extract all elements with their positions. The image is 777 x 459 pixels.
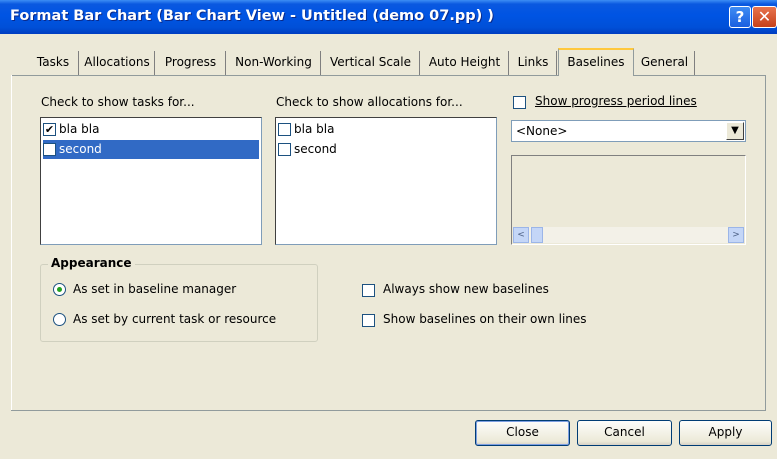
baselines-own-lines-checkbox[interactable]: [362, 314, 375, 327]
list-item-label: bla bla: [59, 122, 100, 136]
checkbox-unchecked[interactable]: [278, 123, 291, 136]
close-window-button[interactable]: ✕: [752, 6, 777, 28]
radio-baseline-manager-label[interactable]: As set in baseline manager: [73, 282, 236, 296]
progress-period-select[interactable]: <None> ▼: [511, 120, 746, 142]
tab-baselines[interactable]: Baselines: [558, 48, 634, 76]
apply-button[interactable]: Apply: [679, 420, 772, 446]
list-item-label: second: [59, 142, 102, 156]
title-bar[interactable]: Format Bar Chart (Bar Chart View - Untit…: [0, 0, 777, 34]
help-button[interactable]: ?: [729, 6, 751, 28]
tasks-list-label: Check to show tasks for...: [41, 95, 195, 109]
list-item[interactable]: second: [43, 140, 259, 159]
appearance-group-title: Appearance: [48, 256, 135, 270]
list-item-label: second: [294, 142, 337, 156]
horizontal-scrollbar[interactable]: < >: [513, 227, 744, 243]
show-progress-lines-label: Show progress period lines: [535, 94, 697, 108]
appearance-group: [40, 264, 318, 342]
progress-lines-area: < >: [511, 155, 746, 245]
tab-links[interactable]: Links: [510, 51, 557, 75]
radio-current-task-resource-label[interactable]: As set by current task or resource: [73, 312, 276, 326]
radio-baseline-manager[interactable]: [53, 283, 66, 296]
allocations-listbox[interactable]: bla bla second: [275, 117, 497, 245]
list-item[interactable]: bla bla: [278, 120, 494, 139]
tab-vertical-scale[interactable]: Vertical Scale: [322, 51, 420, 75]
cancel-button[interactable]: Cancel: [577, 420, 672, 446]
tab-panel-border-left: [11, 75, 12, 411]
tab-tasks[interactable]: Tasks: [28, 51, 79, 75]
tasks-listbox[interactable]: ✔ bla bla second: [40, 117, 262, 245]
tab-panel-border-right: [765, 75, 766, 411]
checkbox-unchecked[interactable]: [43, 143, 56, 156]
tab-progress[interactable]: Progress: [156, 51, 226, 75]
checkbox-checked[interactable]: ✔: [43, 123, 56, 136]
show-progress-lines-checkbox[interactable]: [513, 96, 526, 109]
close-button[interactable]: Close: [475, 420, 570, 446]
progress-period-value: <None>: [516, 124, 568, 138]
scroll-thumb[interactable]: [531, 227, 543, 243]
scroll-left-icon[interactable]: <: [513, 227, 529, 243]
radio-current-task-resource[interactable]: [53, 313, 66, 326]
tab-auto-height[interactable]: Auto Height: [421, 51, 509, 75]
baselines-own-lines-label[interactable]: Show baselines on their own lines: [383, 312, 587, 326]
checkbox-unchecked[interactable]: [278, 143, 291, 156]
always-show-new-baselines-checkbox[interactable]: [362, 284, 375, 297]
tab-panel-border-bottom: [11, 410, 766, 411]
format-bar-chart-dialog: Format Bar Chart (Bar Chart View - Untit…: [0, 0, 777, 459]
tab-general[interactable]: General: [635, 51, 695, 75]
chevron-down-icon[interactable]: ▼: [726, 122, 744, 140]
list-item[interactable]: second: [278, 140, 494, 159]
tab-panel-border-top: [11, 75, 766, 76]
always-show-new-baselines-label[interactable]: Always show new baselines: [383, 282, 549, 296]
list-item-label: bla bla: [294, 122, 335, 136]
scroll-right-icon[interactable]: >: [728, 227, 744, 243]
allocations-list-label: Check to show allocations for...: [276, 95, 463, 109]
window-title: Format Bar Chart (Bar Chart View - Untit…: [10, 8, 494, 24]
tab-allocations[interactable]: Allocations: [80, 51, 155, 75]
list-item[interactable]: ✔ bla bla: [43, 120, 259, 139]
tab-non-working[interactable]: Non-Working: [227, 51, 321, 75]
